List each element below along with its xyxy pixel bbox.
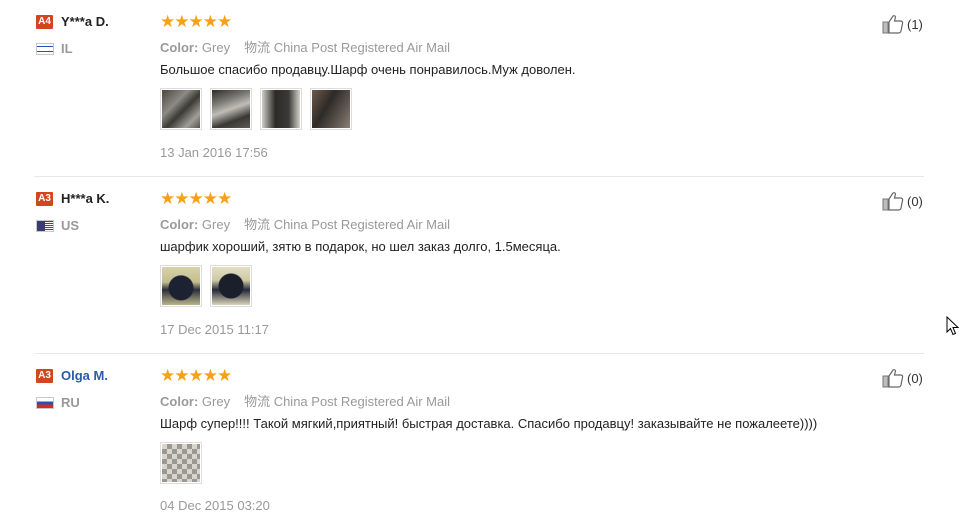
review-photo-thumbnail[interactable] bbox=[210, 265, 252, 307]
review-photo-thumbnail[interactable] bbox=[210, 88, 252, 130]
color-value: Grey bbox=[201, 217, 231, 232]
star-rating: ★★★★★ bbox=[160, 12, 232, 31]
review-photo-thumbnail[interactable] bbox=[310, 88, 352, 130]
review-text: Шарф супер!!!! Такой мягкий,приятный! бы… bbox=[160, 416, 818, 431]
mouse-cursor-icon bbox=[946, 316, 960, 336]
star-rating: ★★★★★ bbox=[160, 366, 232, 385]
review-photo-thumbnail[interactable] bbox=[160, 88, 202, 130]
helpful-count: (0) bbox=[907, 371, 923, 386]
review-photos bbox=[160, 265, 260, 307]
helpful-button[interactable]: (1) bbox=[882, 14, 923, 34]
star-rating: ★★★★★ bbox=[160, 189, 232, 208]
order-info: Color: Grey 物流 China Post Registered Air … bbox=[160, 214, 450, 233]
thumbs-up-icon bbox=[882, 369, 904, 388]
review-item: A3 Olga M. RU ★★★★★ Color: Grey 物流 China … bbox=[34, 354, 924, 525]
order-info: Color: Grey 物流 China Post Registered Air … bbox=[160, 391, 450, 410]
thumbs-up-icon bbox=[882, 15, 904, 34]
buyer-country: US bbox=[61, 218, 80, 233]
review-date: 04 Dec 2015 03:20 bbox=[160, 498, 270, 513]
buyer-level-badge: A3 bbox=[36, 369, 53, 383]
shipping-method: 物流 China Post Registered Air Mail bbox=[244, 217, 450, 232]
review-photos bbox=[160, 88, 360, 130]
helpful-count: (0) bbox=[907, 194, 923, 209]
review-date: 17 Dec 2015 11:17 bbox=[160, 322, 269, 337]
buyer-level-badge: A4 bbox=[36, 15, 53, 29]
order-info: Color: Grey 物流 China Post Registered Air … bbox=[160, 37, 450, 56]
review-text: Большое спасибо продавцу.Шарф очень понр… bbox=[160, 62, 576, 77]
buyer-name: H***a K. bbox=[61, 191, 110, 206]
review-item: A3 H***a K. US ★★★★★ Color: Grey 物流 China… bbox=[34, 177, 924, 354]
buyer-level-badge: A3 bbox=[36, 192, 53, 206]
usa-flag-icon bbox=[36, 220, 54, 232]
review-photos bbox=[160, 442, 210, 484]
thumbs-up-icon bbox=[882, 192, 904, 211]
helpful-button[interactable]: (0) bbox=[882, 191, 923, 211]
russia-flag-icon bbox=[36, 397, 54, 409]
buyer-name-link[interactable]: Olga M. bbox=[61, 368, 108, 383]
helpful-count: (1) bbox=[907, 17, 923, 32]
shipping-method: 物流 China Post Registered Air Mail bbox=[244, 394, 450, 409]
review-date: 13 Jan 2016 17:56 bbox=[160, 145, 268, 160]
buyer-country: RU bbox=[61, 395, 80, 410]
buyer-name: Y***a D. bbox=[61, 14, 109, 29]
color-value: Grey bbox=[201, 394, 231, 409]
review-text: шарфик хороший, зятю в подарок, но шел з… bbox=[160, 239, 561, 254]
color-value: Grey bbox=[201, 40, 231, 55]
color-label: Color: bbox=[160, 217, 199, 232]
review-item: A4 Y***a D. IL ★★★★★ Color: Grey 物流 China… bbox=[34, 0, 924, 177]
review-photo-thumbnail[interactable] bbox=[160, 265, 202, 307]
color-label: Color: bbox=[160, 40, 199, 55]
review-photo-thumbnail[interactable] bbox=[160, 442, 202, 484]
israel-flag-icon bbox=[36, 43, 54, 55]
helpful-button[interactable]: (0) bbox=[882, 368, 923, 388]
review-photo-thumbnail[interactable] bbox=[260, 88, 302, 130]
shipping-method: 物流 China Post Registered Air Mail bbox=[244, 40, 450, 55]
buyer-country: IL bbox=[61, 41, 73, 56]
color-label: Color: bbox=[160, 394, 199, 409]
